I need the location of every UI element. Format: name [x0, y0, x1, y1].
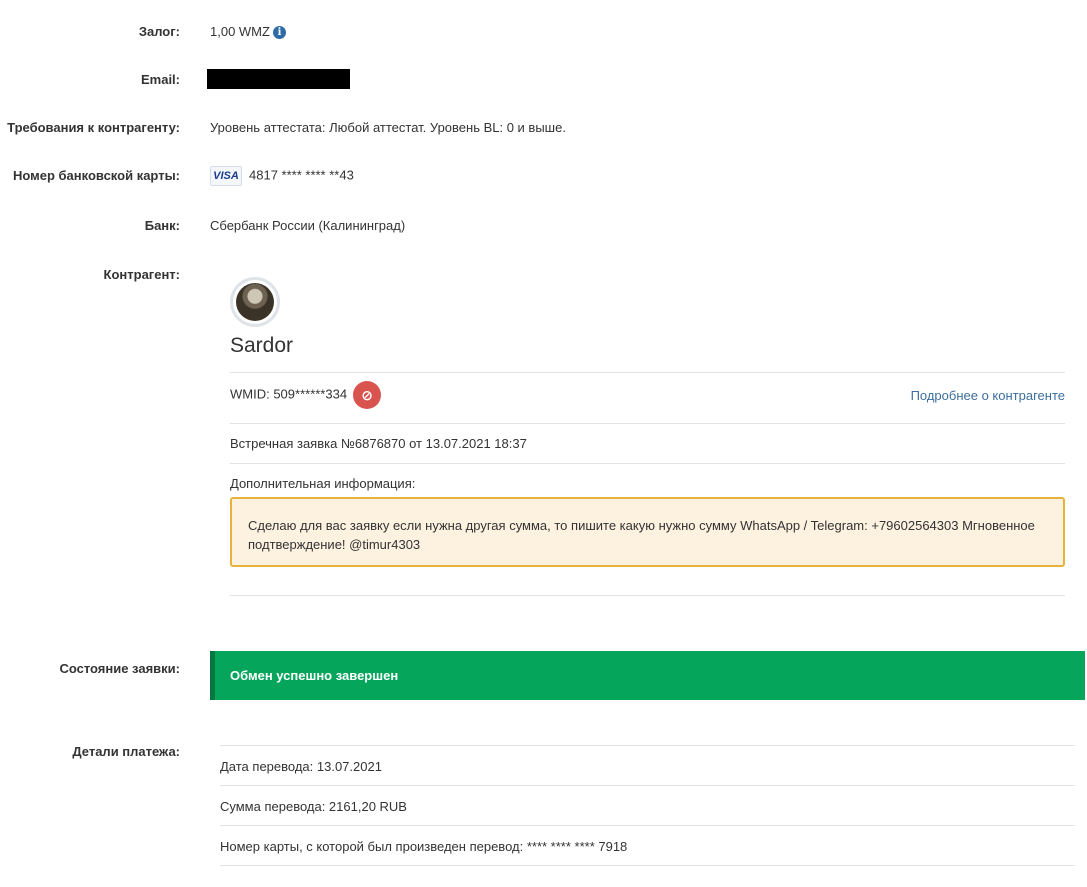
divider — [230, 423, 1065, 424]
counter-request: Встречная заявка №6876870 от 13.07.2021 … — [230, 436, 527, 451]
extra-info-text: Сделаю для вас заявку если нужна другая … — [248, 518, 1035, 552]
extra-info-label: Дополнительная информация: — [230, 476, 416, 491]
counterparty-card: Sardor WMID: 509******334 ⊘ Подробнее о к… — [230, 277, 1065, 597]
counterparty-name: Sardor — [230, 334, 294, 357]
divider — [220, 825, 1075, 826]
visa-icon: VISA — [210, 166, 242, 186]
requirements-value: Уровень аттестата: Любой аттестат. Урове… — [210, 120, 566, 135]
payment-details: Дата перевода: 13.07.2021 Сумма перевода… — [220, 745, 1075, 867]
card-number: 4817 **** **** **43 — [249, 167, 354, 183]
wmid-row: WMID: 509******334 ⊘ — [230, 381, 382, 409]
ban-icon[interactable]: ⊘ — [353, 381, 382, 409]
email-label: Email: — [140, 72, 180, 87]
payment-date: Дата перевода: 13.07.2021 — [220, 759, 382, 774]
payment-source-card: Номер карты, с которой был произведен пе… — [220, 839, 628, 854]
email-value — [207, 69, 350, 92]
divider — [220, 865, 1075, 866]
status-badge: Обмен успешно завершен — [210, 651, 1085, 700]
info-icon[interactable]: i — [272, 26, 286, 39]
bank-value: Сбербанк России (Калининград) — [210, 218, 406, 233]
avatar[interactable] — [230, 277, 280, 327]
wmid-value: WMID: 509******334 — [230, 386, 348, 402]
status-label: Состояние заявки: — [59, 661, 180, 676]
payment-label: Детали платежа: — [72, 744, 180, 759]
bank-label: Банк: — [144, 218, 180, 233]
counterparty-details-link[interactable]: Подробнее о контрагенте — [911, 388, 1065, 403]
deposit-label: Залог: — [138, 24, 180, 39]
divider — [230, 595, 1065, 596]
card-value-wrap: VISA 4817 **** **** **43 — [210, 166, 354, 186]
payment-amount: Сумма перевода: 2161,20 RUB — [220, 799, 407, 814]
deposit-value-wrap: 1,00 WMZ i — [210, 24, 286, 39]
divider — [220, 745, 1075, 746]
card-label: Номер банковской карты: — [12, 168, 180, 183]
avatar-image — [236, 283, 274, 321]
extra-info-box: Сделаю для вас заявку если нужна другая … — [230, 497, 1065, 567]
redacted-email — [207, 69, 350, 89]
requirements-label: Требования к контрагенту: — [7, 120, 180, 135]
divider — [230, 372, 1065, 373]
divider — [230, 463, 1065, 464]
counterparty-label: Контрагент: — [103, 267, 180, 282]
divider — [220, 785, 1075, 786]
deposit-value: 1,00 WMZ — [210, 24, 270, 39]
